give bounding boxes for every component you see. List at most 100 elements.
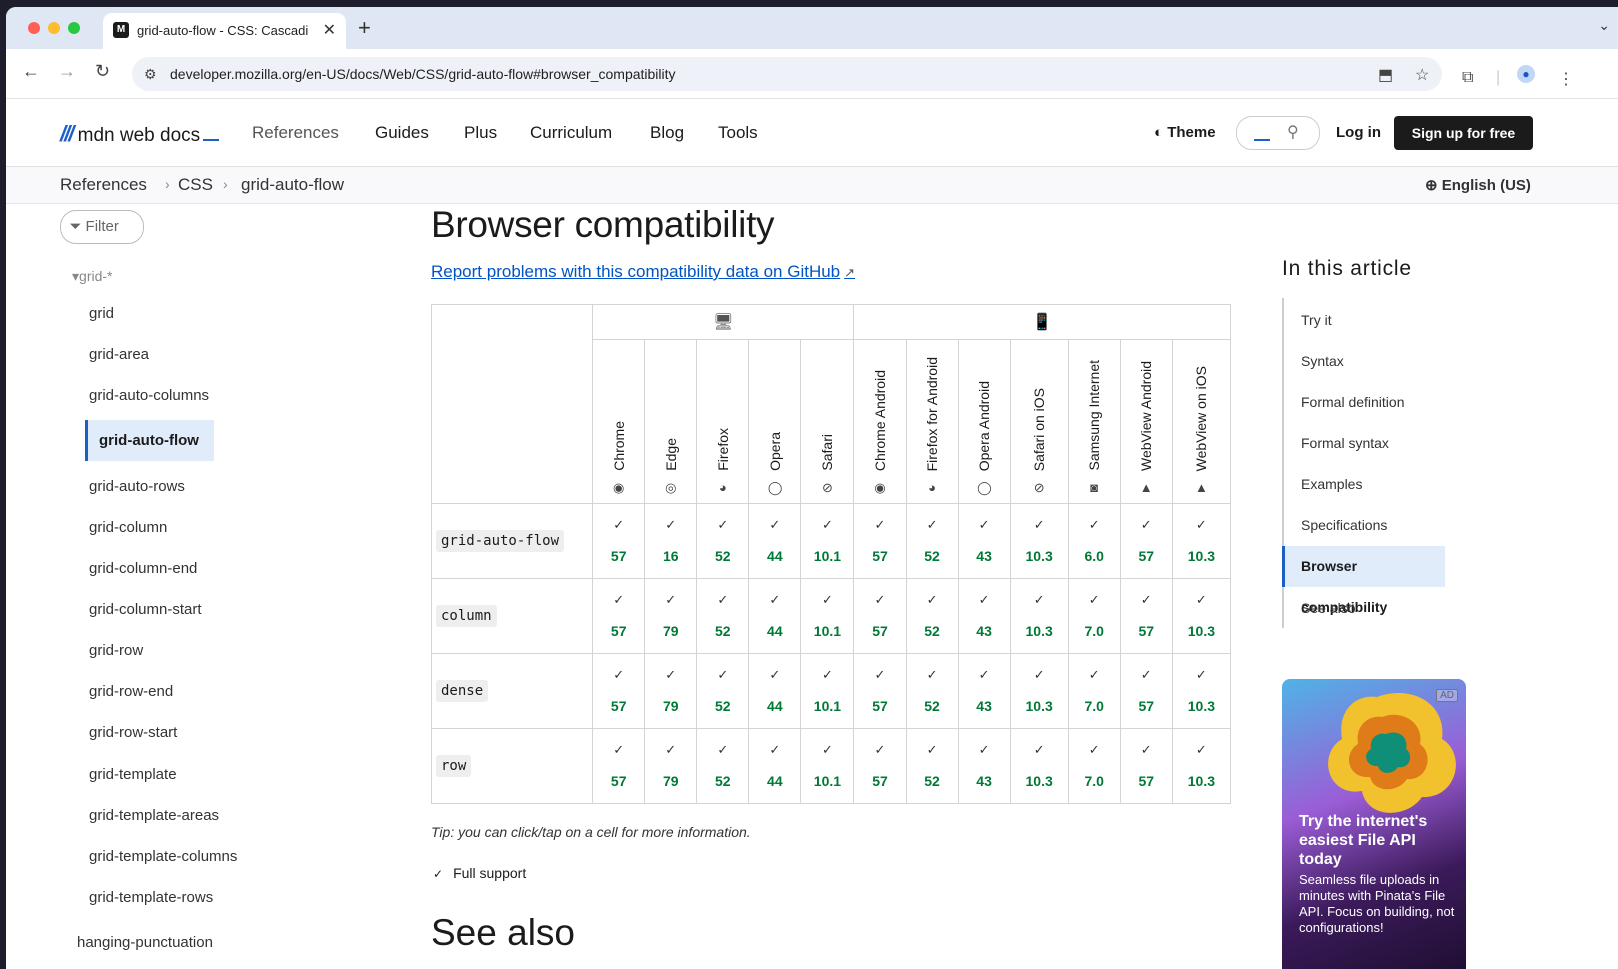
sidebar-item-grid-auto-rows[interactable]: grid-auto-rows xyxy=(89,478,185,495)
support-cell[interactable]: ✓ 44 xyxy=(748,503,802,579)
new-tab-button[interactable]: + xyxy=(358,15,371,41)
toc-item-browser-compatibility[interactable]: Browser compatibility xyxy=(1282,546,1445,615)
sidebar-item-hanging-punctuation[interactable]: hanging-punctuation xyxy=(77,934,213,951)
sidebar-item-grid[interactable]: grid xyxy=(89,305,114,322)
site-info-icon[interactable]: ⚙ xyxy=(144,66,157,83)
back-button[interactable]: ← xyxy=(22,61,40,82)
support-cell[interactable]: ✓ 79 xyxy=(644,653,698,729)
tab-close-icon[interactable]: ✕ xyxy=(323,20,336,40)
support-cell[interactable]: ✓ 10.3 xyxy=(1171,503,1232,579)
toc-item-formal-syntax[interactable]: Formal syntax xyxy=(1301,435,1389,451)
support-cell[interactable]: ✓ 52 xyxy=(696,578,750,654)
nav-blog[interactable]: Blog xyxy=(650,123,684,143)
sidebar-item-grid-template-areas[interactable]: grid-template-areas xyxy=(89,807,219,824)
support-cell[interactable]: ✓ 52 xyxy=(696,728,750,804)
sidebar-group-toggle[interactable]: ▾grid-* xyxy=(72,268,113,285)
support-cell[interactable]: ✓ 57 xyxy=(592,653,646,729)
toc-item-try-it[interactable]: Try it xyxy=(1301,312,1332,328)
support-cell[interactable]: ✓ 10.3 xyxy=(1171,578,1232,654)
signup-button[interactable]: Sign up for free xyxy=(1394,116,1533,150)
toc-item-syntax[interactable]: Syntax xyxy=(1301,353,1344,369)
sidebar-item-grid-auto-flow[interactable]: grid-auto-flow xyxy=(85,420,214,461)
advertisement[interactable]: AD Try the internet's easiest File API t… xyxy=(1282,679,1466,969)
support-cell[interactable]: ✓ 16 xyxy=(644,503,698,579)
support-cell[interactable]: ✓ 44 xyxy=(748,653,802,729)
support-cell[interactable]: ✓ 52 xyxy=(696,653,750,729)
support-cell[interactable]: ✓ 43 xyxy=(957,728,1011,804)
support-cell[interactable]: ✓ 7.0 xyxy=(1067,653,1121,729)
support-cell[interactable]: ✓ 7.0 xyxy=(1067,728,1121,804)
support-cell[interactable]: ✓ 57 xyxy=(592,503,646,579)
window-zoom-button[interactable] xyxy=(68,22,80,34)
tab-search-chevron-icon[interactable]: ⌄ xyxy=(1598,17,1610,34)
theme-button[interactable]: ◐ Theme xyxy=(1154,124,1216,141)
support-cell[interactable]: ✓ 43 xyxy=(957,503,1011,579)
sidebar-item-grid-column-end[interactable]: grid-column-end xyxy=(89,560,197,577)
sidebar-item-grid-template-rows[interactable]: grid-template-rows xyxy=(89,889,213,906)
report-problems-link[interactable]: Report problems with this compatibility … xyxy=(431,262,855,282)
support-cell[interactable]: ✓ 10.3 xyxy=(1171,728,1232,804)
browser-menu-icon[interactable]: ⋮ xyxy=(1558,69,1574,89)
mdn-logo[interactable]: /// mdn web docs xyxy=(60,121,220,147)
support-cell[interactable]: ✓ 52 xyxy=(905,728,959,804)
support-cell[interactable]: ✓ 79 xyxy=(644,728,698,804)
breadcrumb-references[interactable]: References xyxy=(60,175,147,195)
language-selector[interactable]: ⊕ English (US) xyxy=(1425,176,1531,194)
install-app-icon[interactable]: ⬒ xyxy=(1378,65,1393,85)
support-cell[interactable]: ✓ 10.3 xyxy=(1009,578,1069,654)
sidebar-item-grid-row[interactable]: grid-row xyxy=(89,642,143,659)
login-link[interactable]: Log in xyxy=(1336,124,1381,141)
sidebar-item-grid-row-start[interactable]: grid-row-start xyxy=(89,724,177,741)
sidebar-item-grid-template-columns[interactable]: grid-template-columns xyxy=(89,848,237,865)
support-cell[interactable]: ✓ 57 xyxy=(1119,503,1173,579)
support-cell[interactable]: ✓ 57 xyxy=(1119,578,1173,654)
reload-button[interactable]: ↻ xyxy=(95,61,110,82)
support-cell[interactable]: ✓ 10.1 xyxy=(800,653,855,729)
sidebar-item-grid-row-end[interactable]: grid-row-end xyxy=(89,683,173,700)
sidebar-filter-button[interactable]: ⏷ Filter xyxy=(60,210,144,244)
support-cell[interactable]: ✓ 10.3 xyxy=(1009,728,1069,804)
support-cell[interactable]: ✓ 57 xyxy=(592,578,646,654)
support-cell[interactable]: ✓ 10.1 xyxy=(800,728,855,804)
sidebar-item-grid-column-start[interactable]: grid-column-start xyxy=(89,601,202,618)
breadcrumb-current[interactable]: grid-auto-flow xyxy=(241,175,344,195)
forward-button[interactable]: → xyxy=(58,61,76,82)
extensions-icon[interactable]: ⧉ xyxy=(1462,69,1473,87)
support-cell[interactable]: ✓ 79 xyxy=(644,578,698,654)
window-close-button[interactable] xyxy=(28,22,40,34)
support-cell[interactable]: ✓ 43 xyxy=(957,578,1011,654)
support-cell[interactable]: ✓ 10.1 xyxy=(800,578,855,654)
support-cell[interactable]: ✓ 57 xyxy=(853,728,907,804)
nav-plus[interactable]: Plus xyxy=(464,123,497,143)
support-cell[interactable]: ✓ 57 xyxy=(592,728,646,804)
support-cell[interactable]: ✓ 7.0 xyxy=(1067,578,1121,654)
nav-references[interactable]: References xyxy=(252,123,339,143)
nav-curriculum[interactable]: Curriculum xyxy=(530,123,612,143)
support-cell[interactable]: ✓ 10.3 xyxy=(1171,653,1232,729)
bookmark-star-icon[interactable]: ☆ xyxy=(1415,65,1429,85)
support-cell[interactable]: ✓ 44 xyxy=(748,728,802,804)
toc-item-examples[interactable]: Examples xyxy=(1301,476,1362,492)
support-cell[interactable]: ✓ 52 xyxy=(905,578,959,654)
address-bar[interactable]: ⚙ developer.mozilla.org/en-US/docs/Web/C… xyxy=(132,57,1442,91)
toc-item-specifications[interactable]: Specifications xyxy=(1301,517,1387,533)
support-cell[interactable]: ✓ 6.0 xyxy=(1067,503,1121,579)
support-cell[interactable]: ✓ 57 xyxy=(853,578,907,654)
support-cell[interactable]: ✓ 57 xyxy=(1119,653,1173,729)
support-cell[interactable]: ✓ 10.3 xyxy=(1009,653,1069,729)
toc-item-see-also[interactable]: See also xyxy=(1301,600,1355,616)
support-cell[interactable]: ✓ 10.1 xyxy=(800,503,855,579)
sidebar-item-grid-auto-columns[interactable]: grid-auto-columns xyxy=(89,387,209,404)
support-cell[interactable]: ✓ 57 xyxy=(1119,728,1173,804)
support-cell[interactable]: ✓ 52 xyxy=(696,503,750,579)
support-cell[interactable]: ✓ 57 xyxy=(853,653,907,729)
breadcrumb-css[interactable]: CSS xyxy=(178,175,213,195)
toc-item-formal-definition[interactable]: Formal definition xyxy=(1301,394,1405,410)
support-cell[interactable]: ✓ 10.3 xyxy=(1009,503,1069,579)
window-minimize-button[interactable] xyxy=(48,22,60,34)
support-cell[interactable]: ✓ 43 xyxy=(957,653,1011,729)
search-input[interactable]: ⚲ xyxy=(1236,116,1320,150)
profile-avatar-icon[interactable]: ● xyxy=(1517,65,1535,83)
support-cell[interactable]: ✓ 52 xyxy=(905,653,959,729)
support-cell[interactable]: ✓ 52 xyxy=(905,503,959,579)
